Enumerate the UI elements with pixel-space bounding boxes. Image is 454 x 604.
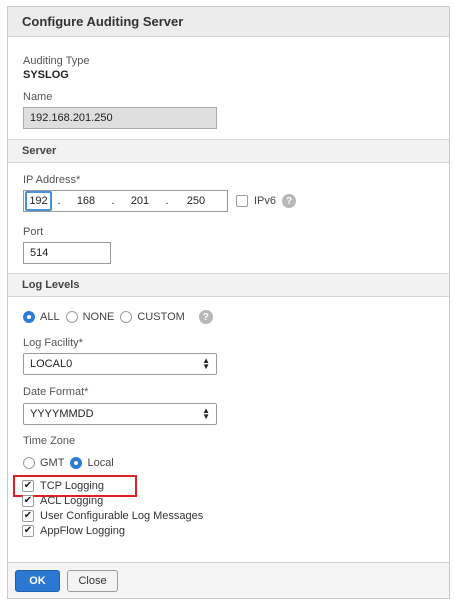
radio-gmt-label: GMT: [40, 457, 65, 469]
radio-all-label: ALL: [40, 311, 60, 323]
ipv6-checkbox[interactable]: [236, 195, 248, 207]
appflow-logging-row[interactable]: ✔ AppFlow Logging: [22, 524, 282, 538]
checkmark-icon: ✔: [23, 495, 33, 506]
name-label: Name: [23, 91, 53, 103]
checkmark-icon: ✔: [23, 510, 33, 521]
radio-none[interactable]: [65, 311, 78, 323]
log-level-options: ALL NONE CUSTOM ?: [23, 310, 213, 324]
ip-address-row: 192 . 168 . 201 . 250 IPv6 ?: [23, 190, 297, 212]
radio-local[interactable]: [70, 457, 83, 469]
user-configurable-log-messages-checkbox[interactable]: ✔: [22, 510, 34, 522]
tcp-logging-label: TCP Logging: [40, 480, 105, 492]
help-circle-icon[interactable]: ?: [198, 310, 213, 324]
radio-gmt[interactable]: [23, 457, 35, 469]
ip-dot: .: [165, 195, 169, 207]
ipv6-label: IPv6: [254, 195, 277, 207]
ip-address-label: IP Address*: [23, 174, 81, 186]
help-circle-icon[interactable]: ?: [282, 194, 297, 208]
dialog-title: Configure Auditing Server: [8, 7, 449, 37]
configure-auditing-server-dialog: Configure Auditing Server Auditing Type …: [7, 6, 450, 599]
time-zone-label: Time Zone: [23, 435, 76, 447]
appflow-logging-checkbox[interactable]: ✔: [22, 525, 34, 537]
acl-logging-row[interactable]: ✔ ACL Logging: [22, 494, 282, 508]
acl-logging-checkbox[interactable]: ✔: [22, 495, 34, 507]
logging-checkbox-list: ✔ TCP Logging ✔ ACL Logging ✔ User Confi…: [22, 479, 282, 538]
checkmark-icon: ✔: [23, 525, 33, 536]
port-label: Port: [23, 226, 44, 238]
ok-button[interactable]: OK: [15, 569, 60, 592]
log-levels-section-header: Log Levels: [8, 273, 449, 297]
radio-all[interactable]: [23, 311, 35, 323]
name-field: 192.168.201.250: [23, 107, 217, 129]
radio-custom-label: CUSTOM: [137, 311, 185, 323]
log-facility-value: LOCAL0: [30, 358, 73, 370]
ip-address-input[interactable]: 192 . 168 . 201 . 250: [23, 190, 228, 212]
ip-octet-3[interactable]: 201: [120, 195, 160, 207]
auditing-type-label: Auditing Type: [23, 55, 90, 67]
radio-custom[interactable]: [120, 311, 133, 323]
appflow-logging-label: AppFlow Logging: [40, 525, 126, 537]
server-section-header: Server: [8, 139, 449, 163]
tcp-logging-checkbox[interactable]: ✔: [22, 480, 34, 492]
updown-arrows-icon: ▲ ▼: [202, 406, 210, 421]
tcp-logging-row[interactable]: ✔ TCP Logging: [22, 479, 282, 493]
close-button[interactable]: Close: [67, 569, 118, 592]
ip-dot: .: [111, 195, 115, 207]
port-field[interactable]: 514: [23, 242, 111, 264]
user-configurable-log-messages-row[interactable]: ✔ User Configurable Log Messages: [22, 509, 282, 523]
ip-octet-2[interactable]: 168: [66, 195, 106, 207]
radio-local-label: Local: [87, 457, 114, 469]
ip-octet-1[interactable]: 192: [25, 191, 52, 211]
ip-octet-4[interactable]: 250: [174, 195, 218, 207]
ip-dot: .: [57, 195, 61, 207]
date-format-value: YYYYMMDD: [30, 408, 94, 420]
updown-arrows-icon: ▲ ▼: [202, 356, 210, 371]
radio-none-label: NONE: [82, 311, 115, 323]
checkmark-icon: ✔: [23, 480, 33, 491]
acl-logging-label: ACL Logging: [40, 495, 104, 507]
time-zone-options: GMT Local: [23, 457, 120, 469]
log-facility-select[interactable]: LOCAL0 ▲ ▼: [23, 353, 217, 375]
log-facility-label: Log Facility*: [23, 337, 83, 349]
date-format-select[interactable]: YYYYMMDD ▲ ▼: [23, 403, 217, 425]
auditing-type-value: SYSLOG: [23, 69, 69, 81]
dialog-footer: OK Close: [8, 562, 449, 598]
date-format-label: Date Format*: [23, 386, 89, 398]
user-configurable-log-messages-label: User Configurable Log Messages: [40, 510, 204, 522]
